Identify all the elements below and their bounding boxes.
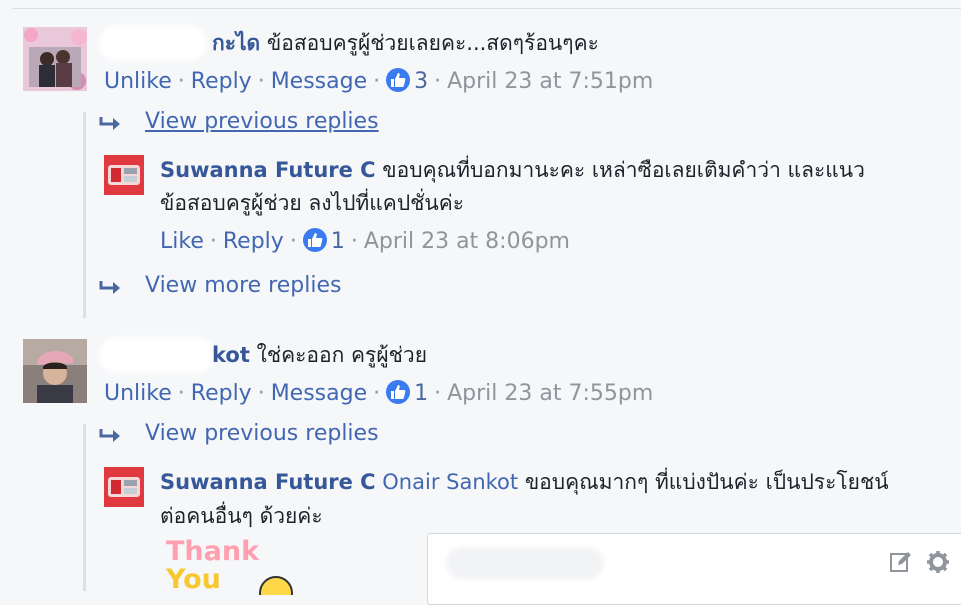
blurred-chat-text (450, 551, 600, 575)
reply-thread-line (83, 112, 86, 318)
gear-icon[interactable] (926, 550, 950, 574)
commenter-2-avatar[interactable] (23, 339, 87, 403)
comment-1-text: ข้อสอบครูผู้ช่วยเลยคะ...สดๆร้อนๆคะ (266, 31, 599, 55)
divider (12, 8, 961, 9)
comment-2-body: kot ใช่คะออก ครูผู้ช่วย (212, 342, 427, 368)
blurred-name (104, 342, 210, 368)
timestamp[interactable]: April 23 at 7:55pm (447, 381, 653, 406)
view-more-replies-link[interactable]: View more replies (145, 272, 341, 300)
reply-link[interactable]: Reply (191, 69, 252, 94)
timestamp[interactable]: April 23 at 7:51pm (447, 69, 653, 94)
reply-link[interactable]: Reply (191, 381, 252, 406)
comment-1-body: กะได ข้อสอบครูผู้ช่วยเลยคะ...สดๆร้อนๆคะ (212, 30, 599, 56)
reply-2-line-1: Suwanna Future C Onair Sankot ขอบคุณมากๆ… (160, 469, 889, 495)
smiley-face-icon (259, 576, 293, 595)
like-count[interactable]: 1 (414, 381, 428, 406)
compose-icon[interactable] (889, 550, 913, 574)
message-link[interactable]: Message (271, 69, 367, 94)
reply-arrow-icon (99, 281, 120, 294)
like-count[interactable]: 3 (414, 69, 428, 94)
reply-author-avatar[interactable] (104, 155, 144, 195)
reply-thread-line (83, 424, 86, 591)
commenter-2-name[interactable]: kot (212, 343, 250, 367)
reply-arrow-icon (99, 429, 120, 442)
sticker-text-thank: Thank (166, 536, 260, 567)
reply-author-name[interactable]: Suwanna Future C (160, 158, 376, 182)
reply-author-avatar[interactable] (104, 467, 144, 507)
unlike-link[interactable]: Unlike (104, 381, 172, 406)
comment-2-actions: Unlike · Reply · Message · 1 · April 23 at 7:55p… (104, 380, 654, 406)
mention-link[interactable]: Onair Sankot (382, 470, 518, 494)
chat-composer[interactable] (427, 533, 961, 605)
comment-2-text: ใช่คะออก ครูผู้ช่วย (256, 343, 427, 367)
view-previous-replies-link[interactable]: View previous replies (145, 108, 379, 136)
reply-link[interactable]: Reply (223, 229, 284, 254)
thumbs-up-icon[interactable] (386, 68, 411, 92)
reply-1-text-2: ข้อสอบครูผู้ช่วย ลงไปที่แคปชั่นค่ะ (160, 191, 465, 215)
message-link[interactable]: Message (271, 381, 367, 406)
reply-2-text-1: ขอบคุณมากๆ ที่แบ่งปันค่ะ เป็นประโยชน์ (524, 470, 889, 494)
thumbs-up-icon[interactable] (386, 380, 411, 404)
reply-1-actions: Like · Reply · 1 · April 23 at 8:06pm (160, 228, 570, 254)
reply-author-name[interactable]: Suwanna Future C (160, 470, 376, 494)
reply-2-text-2: ต่อคนอื่นๆ ด้วยค่ะ (160, 504, 323, 528)
commenter-1-name[interactable]: กะได (212, 31, 260, 55)
reply-1-text-1: ขอบคุณที่บอกมานะคะ เหล่าซือเลยเติมคำว่า … (382, 158, 865, 182)
like-count[interactable]: 1 (331, 229, 345, 254)
comment-1-actions: Unlike · Reply · Message · 3 · April 23 at 7:51p… (104, 68, 654, 94)
reply-arrow-icon (99, 117, 120, 130)
commenter-1-avatar[interactable] (23, 27, 87, 91)
thumbs-up-icon[interactable] (302, 228, 327, 252)
unlike-link[interactable]: Unlike (104, 69, 172, 94)
view-previous-replies-link[interactable]: View previous replies (145, 420, 379, 448)
blurred-name (104, 30, 202, 56)
thank-you-sticker[interactable]: Thank You (166, 537, 306, 597)
reply-1-line-1: Suwanna Future C ขอบคุณที่บอกมานะคะ เหล่… (160, 157, 865, 183)
timestamp[interactable]: April 23 at 8:06pm (364, 229, 570, 254)
like-link[interactable]: Like (160, 229, 204, 254)
